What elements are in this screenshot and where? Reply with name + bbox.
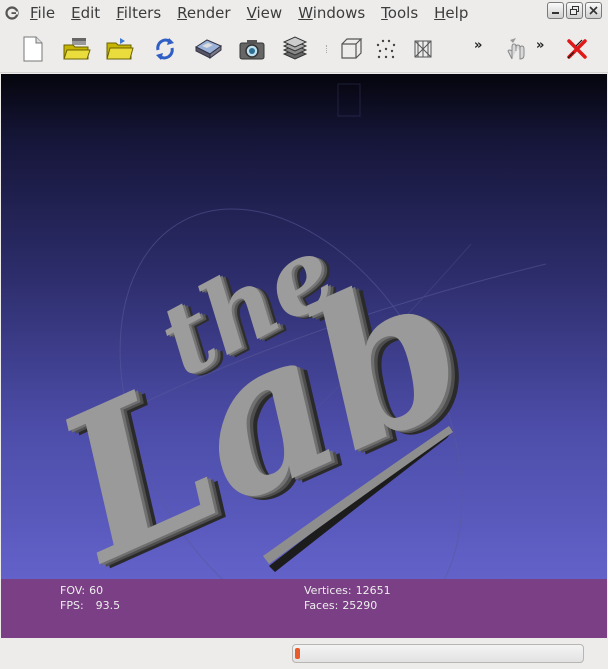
- menu-edit[interactable]: Edit: [63, 1, 108, 25]
- reload-icon: [156, 38, 174, 60]
- delete-icon: [567, 39, 587, 59]
- toolbar-overflow-icon[interactable]: »: [474, 38, 482, 53]
- restore-button[interactable]: [566, 2, 583, 19]
- open-file-button[interactable]: [105, 34, 135, 64]
- wireframe-button[interactable]: [408, 34, 438, 64]
- app-logo-icon: [2, 3, 22, 23]
- manipulator-icon: [507, 38, 525, 60]
- close-button[interactable]: [585, 2, 602, 19]
- restore-icon: [570, 6, 579, 15]
- snapshot-camera-icon: [239, 40, 265, 60]
- progress-bar: [292, 644, 584, 663]
- close-icon: [589, 6, 598, 15]
- open-file-icon: [106, 38, 134, 60]
- snapshot-button[interactable]: [237, 34, 267, 64]
- progress-bar-fill: [295, 648, 300, 659]
- window-controls: [547, 2, 602, 19]
- save-button[interactable]: [193, 34, 223, 64]
- meshlab-window: File Edit Filters Render View Windows To…: [0, 0, 608, 669]
- menu-bar: File Edit Filters Render View Windows To…: [0, 0, 608, 25]
- menu-filters[interactable]: Filters: [108, 1, 169, 25]
- new-document-button[interactable]: [18, 34, 48, 64]
- fps-readout: FPS: 93.5: [60, 599, 120, 613]
- minimize-button[interactable]: [547, 2, 564, 19]
- menu-tools[interactable]: Tools: [373, 1, 426, 25]
- faces-readout: Faces: 25290: [304, 599, 377, 613]
- info-panel: FOV: 60 FPS: 93.5 Vertices: 12651 Faces: 252…: [1, 579, 607, 638]
- save-icon: [194, 39, 223, 59]
- bounding-box-button[interactable]: [336, 34, 366, 64]
- delete-button[interactable]: [562, 34, 592, 64]
- menu-render[interactable]: Render: [169, 1, 238, 25]
- status-bar: [0, 638, 608, 669]
- faces-value: 25290: [342, 599, 378, 612]
- layers-button[interactable]: [280, 34, 310, 64]
- toolbar-separator: [326, 45, 328, 53]
- fps-label: FPS:: [60, 599, 84, 612]
- main-toolbar: » »: [0, 25, 608, 73]
- menu-windows[interactable]: Windows: [290, 1, 373, 25]
- menu-view[interactable]: View: [239, 1, 291, 25]
- reload-button[interactable]: [150, 34, 180, 64]
- points-icon: [376, 39, 396, 59]
- vertices-readout: Vertices: 12651: [304, 584, 391, 598]
- fov-label: FOV:: [60, 584, 86, 597]
- manipulator-button[interactable]: [500, 34, 530, 64]
- fps-value: 93.5: [95, 599, 121, 612]
- open-project-button[interactable]: [62, 34, 92, 64]
- vertices-label: Vertices:: [304, 584, 352, 597]
- menu-file[interactable]: File: [22, 1, 63, 25]
- mesh-render: the the the the Lab Lab Lab Lab: [23, 83, 547, 638]
- minimize-icon: [552, 12, 559, 14]
- fov-readout: FOV: 60: [60, 584, 103, 598]
- toolbar-overflow-icon-2[interactable]: »: [536, 38, 544, 53]
- open-project-icon: [63, 38, 91, 60]
- points-button[interactable]: [371, 34, 401, 64]
- 3d-viewport[interactable]: the the the the Lab Lab Lab Lab FOV:60: [1, 74, 607, 638]
- new-document-icon: [23, 36, 43, 62]
- wireframe-icon: [414, 40, 432, 58]
- bounding-box-icon: [341, 38, 363, 59]
- vertices-value: 12651: [355, 584, 391, 597]
- layers-icon: [282, 36, 308, 60]
- faces-label: Faces:: [304, 599, 339, 612]
- menu-help[interactable]: Help: [426, 1, 476, 25]
- fov-value: 60: [89, 584, 104, 597]
